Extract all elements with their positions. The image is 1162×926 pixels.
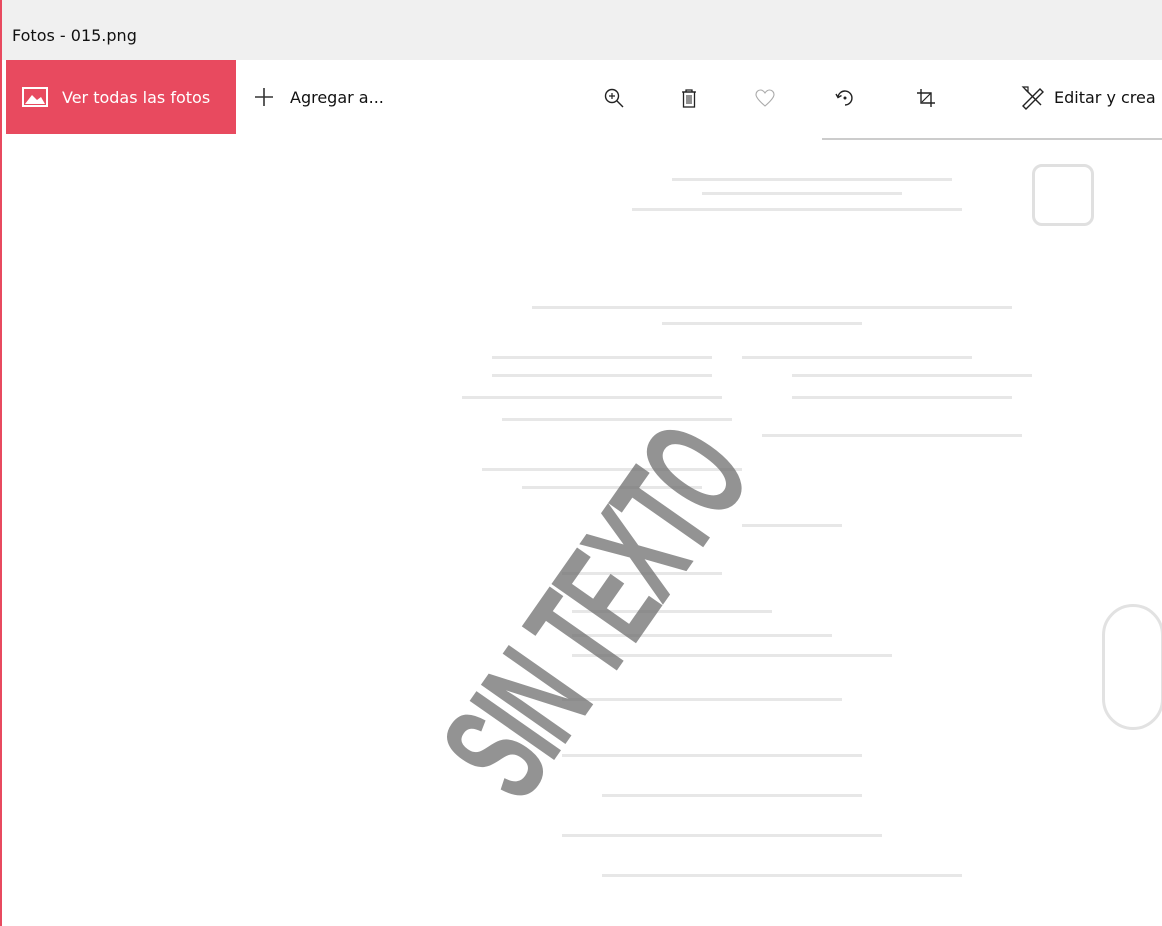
heart-icon [755,89,775,107]
edit-tools-icon [1021,86,1044,110]
crop-icon [917,89,935,107]
toolbar: Ver todas las fotos Agregar a... Editar … [2,60,1162,134]
favorite-button[interactable] [745,78,785,118]
see-all-photos-label: Ver todas las fotos [62,87,211,107]
plus-icon [255,88,273,106]
add-to-label: Agregar a... [290,87,384,107]
zoom-in-icon [604,88,624,108]
trash-icon [682,89,696,108]
delete-button[interactable] [669,78,709,118]
crop-button[interactable] [906,78,946,118]
window-title: Fotos - 015.png [12,26,137,45]
add-to-button[interactable]: Agregar a... [252,60,384,134]
zoom-button[interactable] [594,78,634,118]
rotate-icon [835,90,853,106]
edit-create-label: Editar y crea [1054,87,1156,107]
photos-icon [22,87,48,107]
title-bar: Fotos - 015.png [2,0,1162,61]
see-all-photos-button[interactable]: Ver todas las fotos [6,60,236,134]
rotate-button[interactable] [825,78,865,118]
edit-create-button[interactable]: Editar y crea [1020,60,1156,134]
document-photo [402,134,1162,926]
photo-viewer[interactable]: SIN TEXTO [2,134,1162,926]
